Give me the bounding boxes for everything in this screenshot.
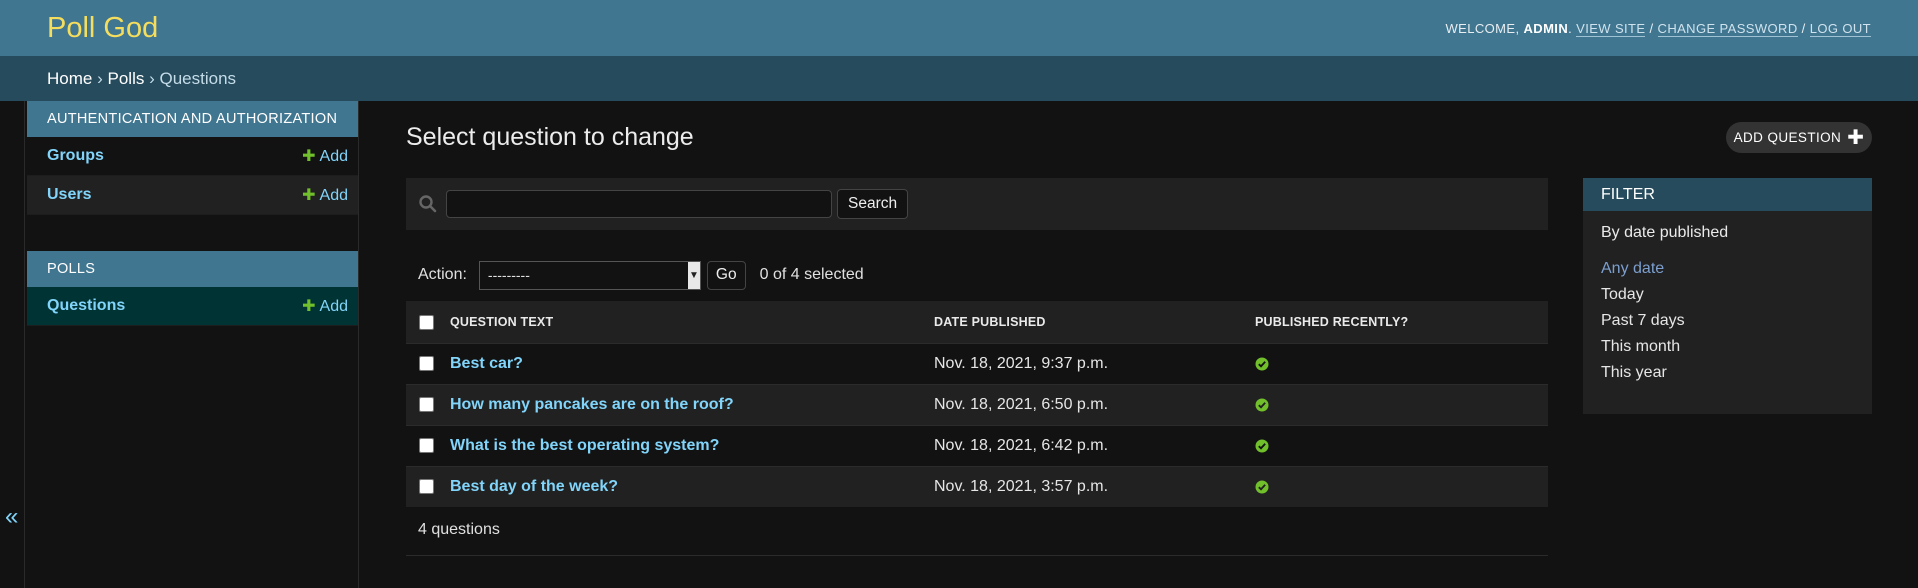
action-counter: 0 of 4 selected: [759, 266, 864, 283]
add-label: Add: [319, 187, 348, 204]
change-password-link[interactable]: Change password: [1657, 20, 1798, 37]
question-link[interactable]: Best day of the week?: [450, 478, 618, 495]
table-row: Best car? Nov. 18, 2021, 9:37 p.m.: [406, 343, 1548, 385]
welcome-text: Welcome,: [1445, 20, 1520, 36]
user-tools-separator: /: [1649, 20, 1654, 36]
module-polls: Polls Questions ✚ Add: [27, 251, 358, 326]
add-group-link[interactable]: ✚ Add: [302, 146, 348, 166]
site-branding[interactable]: Poll God: [47, 12, 158, 45]
check-circle-icon: [1255, 398, 1269, 412]
date-cell: Nov. 18, 2021, 6:50 p.m.: [934, 384, 1255, 426]
filter-choice-this-year[interactable]: This year: [1601, 360, 1872, 386]
row-checkbox[interactable]: [419, 438, 434, 454]
date-cell: Nov. 18, 2021, 3:57 p.m.: [934, 466, 1255, 507]
plus-icon: ✚: [1847, 126, 1865, 149]
row-checkbox[interactable]: [419, 356, 434, 372]
search-icon: [419, 195, 437, 213]
table-header-row: Question text Date published Published r…: [406, 301, 1548, 344]
check-circle-icon: [1255, 439, 1269, 453]
chevron-down-icon[interactable]: ▼: [687, 261, 700, 289]
search-toolbar: Search: [406, 178, 1548, 230]
result-count: 4 questions: [418, 521, 500, 538]
breadcrumb-home[interactable]: Home: [47, 69, 92, 89]
add-user-link[interactable]: ✚ Add: [302, 185, 348, 205]
paginator: 4 questions: [406, 505, 1548, 556]
plus-icon: ✚: [302, 298, 316, 315]
breadcrumb-separator: ›: [97, 68, 103, 88]
date-cell: Nov. 18, 2021, 9:37 p.m.: [934, 343, 1255, 385]
column-label: Published recently?: [1255, 315, 1409, 329]
sidebar-link-groups[interactable]: Groups: [47, 147, 104, 165]
select-all-header: [406, 301, 450, 344]
add-question-sidebar-link[interactable]: ✚ Add: [302, 296, 348, 316]
table-row: Best day of the week? Nov. 18, 2021, 3:5…: [406, 466, 1548, 507]
search-input[interactable]: [446, 190, 832, 218]
column-label: Question text: [450, 315, 554, 329]
table-row: What is the best operating system? Nov. …: [406, 425, 1548, 467]
question-link[interactable]: Best car?: [450, 355, 523, 372]
page-title: Select question to change: [406, 123, 694, 151]
column-label: Date published: [934, 315, 1046, 329]
filter-choice-past-7-days[interactable]: Past 7 days: [1601, 308, 1872, 334]
module-caption-label: Polls: [47, 261, 96, 277]
changelist-filter: Filter By date published Any date Today …: [1583, 178, 1872, 414]
filter-title: Filter: [1583, 178, 1872, 211]
collapse-sidebar-icon[interactable]: «: [5, 503, 18, 531]
table-row: How many pancakes are on the roof? Nov. …: [406, 384, 1548, 426]
filter-choice-any-date[interactable]: Any date: [1601, 256, 1872, 282]
module-authentication: Authentication and Authorization Groups …: [27, 101, 358, 215]
breadcrumb-current: Questions: [159, 68, 237, 88]
log-out-link[interactable]: Log out: [1809, 20, 1871, 37]
column-header-date-published[interactable]: Date published: [934, 301, 1255, 344]
actions-bar: Action: --------- ▼ Go 0 of 4 selected: [406, 259, 864, 291]
column-header-published-recently: Published recently?: [1255, 301, 1548, 344]
module-caption-label: Authentication and Authorization: [47, 111, 338, 127]
result-list-table: Question text Date published Published r…: [406, 301, 1548, 507]
filter-section-title: By date published: [1601, 224, 1729, 241]
row-checkbox[interactable]: [419, 397, 434, 413]
filter-choices: Any date Today Past 7 days This month Th…: [1583, 256, 1872, 386]
add-question-button[interactable]: Add question ✚: [1726, 122, 1872, 153]
filter-choice-this-month[interactable]: This month: [1601, 334, 1872, 360]
sidebar-item-groups: Groups ✚ Add: [27, 137, 358, 176]
sidebar-toggle-strip[interactable]: «: [0, 101, 25, 588]
action-selected-value: ---------: [487, 267, 530, 283]
sidebar-link-users[interactable]: Users: [47, 186, 91, 204]
column-header-question-text[interactable]: Question text: [450, 301, 934, 344]
check-circle-icon: [1255, 480, 1269, 494]
breadcrumb: Home › Polls › Questions: [0, 56, 1918, 101]
filter-choice-today[interactable]: Today: [1601, 282, 1872, 308]
question-link[interactable]: What is the best operating system?: [450, 437, 719, 454]
question-link[interactable]: How many pancakes are on the roof?: [450, 396, 734, 413]
add-label: Add: [319, 298, 348, 315]
module-caption-polls[interactable]: Polls: [27, 251, 358, 287]
sidebar-item-users: Users ✚ Add: [27, 176, 358, 215]
plus-icon: ✚: [302, 187, 316, 204]
row-checkbox[interactable]: [419, 479, 434, 495]
breadcrumb-separator: ›: [149, 68, 155, 88]
nav-sidebar: Authentication and Authorization Groups …: [27, 101, 359, 588]
filter-title-label: Filter: [1601, 185, 1655, 203]
go-button[interactable]: Go: [706, 260, 746, 290]
view-site-link[interactable]: View site: [1576, 20, 1646, 37]
select-all-checkbox[interactable]: [419, 314, 434, 330]
sidebar-link-questions[interactable]: Questions: [47, 297, 125, 315]
add-question-label: Add question: [1733, 130, 1842, 145]
search-button[interactable]: Search: [837, 189, 909, 219]
date-cell: Nov. 18, 2021, 6:42 p.m.: [934, 425, 1255, 467]
module-caption-auth[interactable]: Authentication and Authorization: [27, 101, 358, 137]
user-tools: Welcome, admin. View site / Change passw…: [1445, 20, 1871, 37]
breadcrumb-polls[interactable]: Polls: [108, 69, 145, 89]
plus-icon: ✚: [302, 148, 316, 165]
header: Poll God Welcome, admin. View site / Cha…: [0, 0, 1918, 56]
add-label: Add: [319, 148, 348, 165]
sidebar-item-questions: Questions ✚ Add: [27, 287, 358, 326]
username: admin: [1523, 20, 1569, 36]
action-label: Action:: [418, 266, 467, 283]
check-circle-icon: [1255, 357, 1269, 371]
action-select[interactable]: --------- ▼: [478, 260, 701, 290]
user-tools-separator: /: [1801, 20, 1806, 36]
